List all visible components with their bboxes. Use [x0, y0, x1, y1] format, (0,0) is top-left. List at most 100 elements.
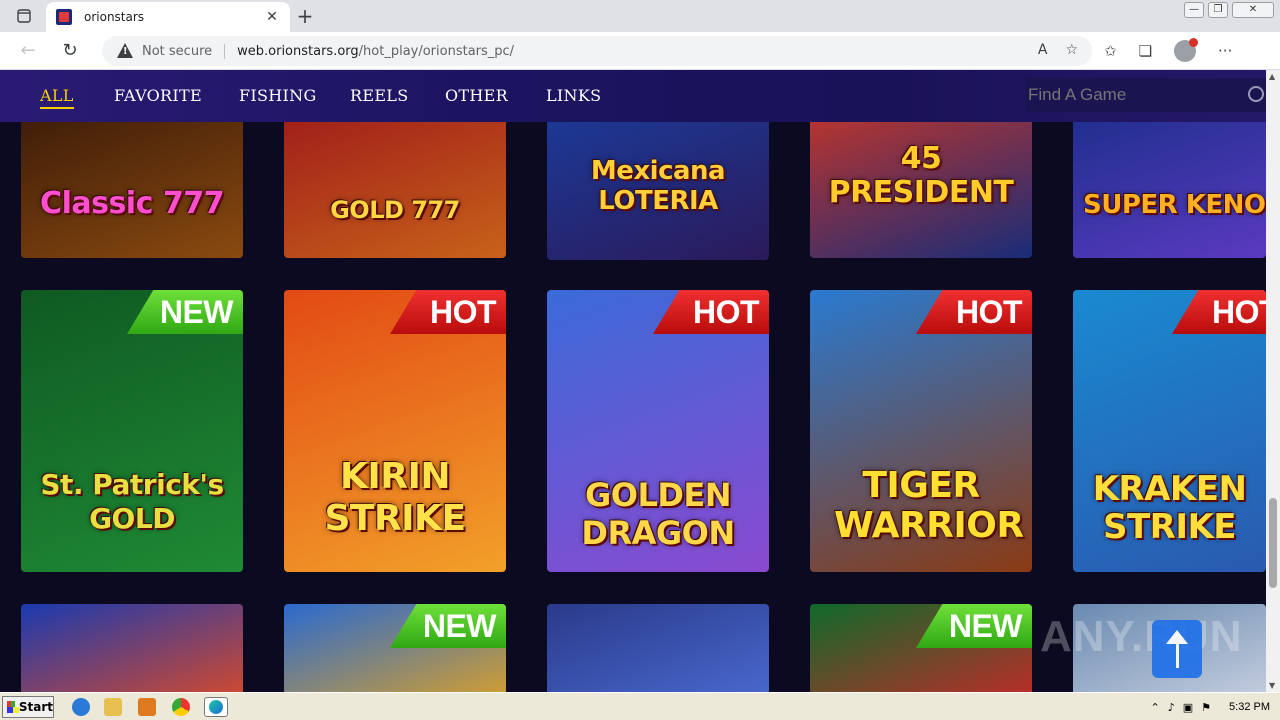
network-icon[interactable]: ▣	[1183, 701, 1193, 714]
game-card[interactable]: Mexicana LOTERIA	[547, 122, 769, 260]
new-badge: NEW	[127, 290, 243, 334]
start-label: Start	[18, 700, 53, 714]
badge-label: NEW	[422, 608, 497, 644]
game-card[interactable]: HOT KRAKEN STRIKE	[1073, 290, 1266, 572]
edge-taskbar-button[interactable]	[204, 697, 228, 717]
system-tray: ⌃ ♪ ▣ ⚑ 5:32 PM	[1141, 695, 1280, 719]
hot-badge: HOT	[390, 290, 506, 334]
back-button[interactable]: ←	[16, 40, 40, 62]
game-card[interactable]: NEW	[284, 604, 506, 692]
window-controls: — ❐ ✕	[1184, 2, 1274, 18]
game-card[interactable]: HOT GOLDEN DRAGON	[547, 290, 769, 572]
game-title: Classic 777	[40, 186, 224, 221]
scroll-thumb[interactable]	[1269, 498, 1277, 588]
site-nav-bar: ALL FAVORITE FISHING REELS OTHER LINKS	[0, 70, 1266, 122]
not-secure-label[interactable]: Not secure	[142, 43, 226, 59]
game-card[interactable]: NEW	[810, 604, 1032, 692]
scroll-down-icon[interactable]: ▼	[1269, 681, 1275, 690]
game-title: KIRIN STRIKE	[324, 456, 466, 539]
tab-close-icon[interactable]: ✕	[264, 9, 280, 25]
collections-icon[interactable]: ❏	[1139, 42, 1152, 60]
game-card[interactable]: Classic 777	[21, 122, 243, 258]
badge-label: HOT	[692, 294, 760, 330]
game-title: SUPER KENO	[1083, 190, 1266, 220]
game-card[interactable]: HOT KIRIN STRIKE	[284, 290, 506, 572]
address-bar-icons: A ☆	[1038, 42, 1078, 58]
badge-label: HOT	[955, 294, 1023, 330]
start-button[interactable]: Start	[2, 696, 54, 718]
game-search-box	[1026, 78, 1266, 112]
hot-badge: HOT	[916, 290, 1032, 334]
hot-badge: HOT	[653, 290, 769, 334]
game-search-input[interactable]	[1028, 85, 1238, 105]
back-to-top-button[interactable]	[1152, 620, 1202, 678]
game-card[interactable]: SUPER KENO	[1073, 122, 1266, 258]
badge-label: NEW	[159, 294, 234, 330]
media-player-icon[interactable]	[138, 698, 156, 716]
refresh-button[interactable]: ↻	[58, 40, 82, 62]
ie-icon[interactable]	[72, 698, 90, 716]
badge-label: NEW	[948, 608, 1023, 644]
game-card[interactable]: GOLD 777	[284, 122, 506, 258]
scroll-up-icon[interactable]: ▲	[1269, 72, 1275, 81]
site-favicon-icon	[56, 9, 72, 25]
browser-tabstrip: orionstars ✕ + — ❐ ✕	[0, 0, 1280, 32]
read-aloud-icon[interactable]: A	[1038, 42, 1048, 58]
minimize-button[interactable]: —	[1184, 2, 1204, 18]
badge-label: HOT	[429, 294, 497, 330]
browser-toolbar: ← ↻ Not secure web.orionstars.org/hot_pl…	[0, 32, 1280, 70]
game-title: St. Patrick's GOLD	[40, 468, 224, 535]
game-card[interactable]: HOT TIGER WARRIOR	[810, 290, 1032, 572]
game-title: KRAKEN STRIKE	[1092, 469, 1247, 547]
folder-icon[interactable]	[104, 698, 122, 716]
favorites-icon[interactable]: ✩	[1104, 42, 1117, 60]
game-title: TIGER WARRIOR	[834, 465, 1024, 546]
new-tab-button[interactable]: +	[292, 4, 318, 28]
search-icon[interactable]	[1248, 86, 1264, 102]
add-favorite-icon[interactable]: ☆	[1065, 42, 1078, 58]
nav-tab-all[interactable]: ALL	[40, 86, 74, 109]
game-card[interactable]: NEW St. Patrick's GOLD	[21, 290, 243, 572]
game-card[interactable]	[21, 604, 243, 692]
game-title: GOLD 777	[330, 196, 460, 224]
nav-tab-fishing[interactable]: FISHING	[239, 86, 317, 105]
address-bar[interactable]: Not secure web.orionstars.org/hot_play/o…	[102, 36, 1092, 66]
close-window-button[interactable]: ✕	[1232, 2, 1274, 18]
badge-label: HOT	[1211, 294, 1266, 330]
maximize-button[interactable]: ❐	[1208, 2, 1228, 18]
tab-title: orionstars	[84, 10, 145, 24]
taskbar-clock[interactable]: 5:32 PM	[1229, 701, 1270, 713]
nav-tab-reels[interactable]: REELS	[350, 86, 409, 105]
windows-logo-icon	[7, 701, 19, 713]
game-card[interactable]: 45 PRESIDENT	[810, 122, 1032, 258]
nav-tab-favorite[interactable]: FAVORITE	[114, 86, 202, 105]
new-badge: NEW	[390, 604, 506, 648]
tray-expand-icon[interactable]: ⌃	[1151, 701, 1160, 714]
arrow-left-icon: ←	[20, 40, 36, 61]
profile-avatar[interactable]	[1174, 38, 1199, 62]
game-grid: Classic 777 GOLD 777 Mexicana LOTERIA 45…	[0, 122, 1266, 692]
refresh-icon: ↻	[62, 40, 78, 61]
volume-icon[interactable]: ♪	[1168, 701, 1175, 714]
windows-taskbar: Start ⌃ ♪ ▣ ⚑ 5:32 PM	[0, 692, 1280, 720]
url-host: web.orionstars.org	[237, 43, 359, 59]
url-path: /hot_play/orionstars_pc/	[358, 43, 515, 59]
tab-actions-button[interactable]	[10, 6, 38, 26]
nav-tab-other[interactable]: OTHER	[445, 86, 508, 105]
game-title: Mexicana LOTERIA	[590, 156, 726, 216]
more-menu-icon[interactable]: ···	[1218, 42, 1232, 60]
warning-icon	[116, 43, 134, 59]
game-title: 45 PRESIDENT	[828, 141, 1014, 210]
chrome-icon[interactable]	[172, 698, 190, 716]
watermark-text: ANY.RUN	[1040, 612, 1243, 661]
game-title: GOLDEN DRAGON	[581, 476, 735, 552]
edge-icon	[209, 700, 223, 714]
nav-tab-links[interactable]: LINKS	[546, 86, 601, 105]
browser-tool-icons: ✩ ❏ ···	[1104, 38, 1232, 62]
game-card[interactable]	[547, 604, 769, 692]
hot-badge: HOT	[1172, 290, 1266, 334]
action-center-icon[interactable]: ⚑	[1201, 701, 1211, 714]
tab-actions-icon	[17, 9, 31, 23]
browser-tab[interactable]: orionstars ✕	[46, 2, 290, 32]
page-scrollbar[interactable]: ▲ ▼	[1266, 70, 1280, 692]
